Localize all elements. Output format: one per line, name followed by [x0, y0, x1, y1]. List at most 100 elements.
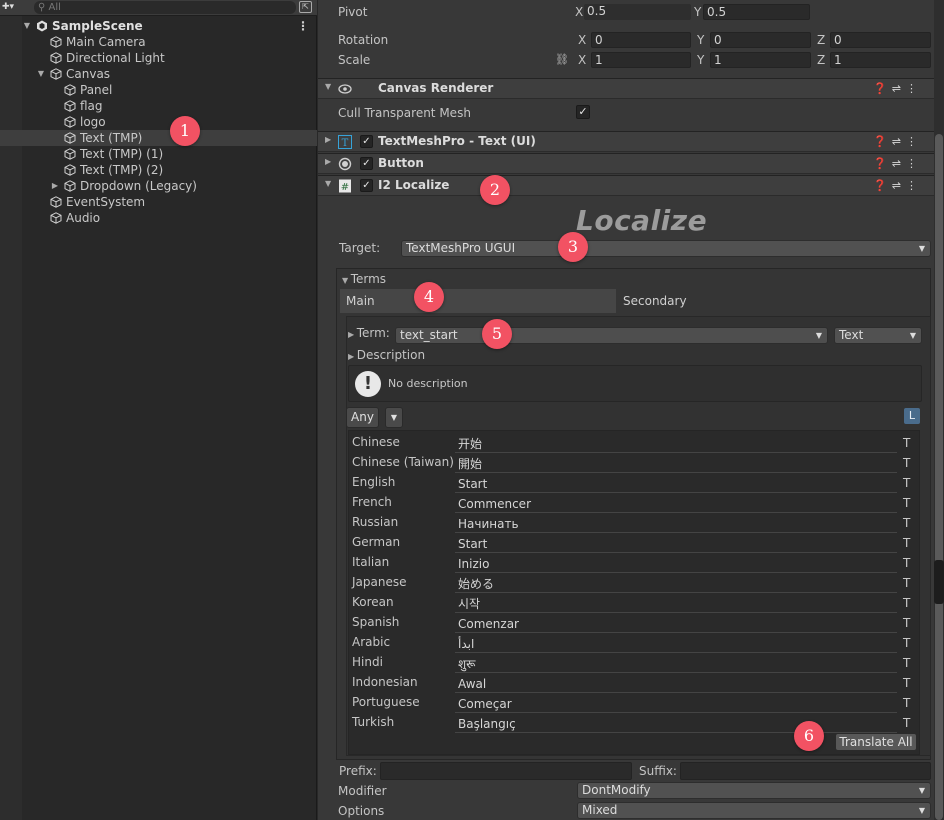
translate-button[interactable]: T	[903, 636, 910, 650]
term-foldout[interactable]: ▶ Term:	[348, 326, 390, 340]
help-icon[interactable]: ❓	[873, 135, 892, 148]
preset-icon[interactable]: ⇌	[892, 82, 906, 95]
fold-closed-icon[interactable]: ▶	[325, 135, 331, 144]
link-icon[interactable]: ⛓	[555, 53, 569, 66]
enable-checkbox[interactable]: ✓	[360, 135, 373, 148]
translate-button[interactable]: T	[903, 556, 910, 570]
hierarchy-item[interactable]: Directional Light	[0, 50, 317, 66]
cull-checkbox[interactable]: ✓	[576, 105, 590, 119]
translation-field[interactable]: Başlangıç	[455, 716, 897, 733]
preset-icon[interactable]: ⇌	[892, 179, 906, 192]
description-foldout[interactable]: ▶ Description	[348, 348, 425, 362]
translate-button[interactable]: T	[903, 496, 910, 510]
translation-field[interactable]: Start	[455, 536, 897, 553]
rotation-z-field[interactable]: 0	[830, 32, 931, 48]
add-dropdown-icon[interactable]: ✚▾	[0, 1, 22, 14]
tab-main[interactable]: Main	[340, 289, 616, 313]
rotation-x-field[interactable]: 0	[591, 32, 691, 48]
fold-open-icon[interactable]: ▼	[36, 66, 46, 82]
fold-closed-icon[interactable]: ▶	[50, 178, 60, 194]
scale-z-field[interactable]: 1	[830, 52, 931, 68]
tab-secondary[interactable]: Secondary	[617, 289, 929, 313]
translate-button[interactable]: T	[903, 516, 910, 530]
translate-button[interactable]: T	[903, 616, 910, 630]
terms-foldout[interactable]: ▼ Terms	[342, 272, 386, 286]
translate-button[interactable]: T	[903, 476, 910, 490]
modifier-dropdown[interactable]: DontModify ▼	[577, 782, 931, 799]
translation-field[interactable]: Começar	[455, 696, 897, 713]
help-icon[interactable]: ❓	[873, 82, 892, 95]
prefix-input[interactable]	[380, 762, 632, 780]
translation-field[interactable]: 시작	[455, 596, 897, 613]
enable-checkbox[interactable]: ✓	[360, 179, 373, 192]
hierarchy-item[interactable]: Text (TMP)	[0, 130, 317, 146]
fold-open-icon[interactable]: ▼	[22, 18, 32, 34]
hierarchy-item[interactable]: Text (TMP) (2)	[0, 162, 317, 178]
scene-row[interactable]: ▼ SampleScene ⋮	[0, 18, 317, 34]
hierarchy-search-input[interactable]: ⚲ All	[34, 1, 296, 14]
term-dropdown[interactable]: text_start ▼	[395, 327, 828, 344]
tmp-text-header[interactable]: ▶ T ✓ TextMeshPro - Text (UI) ❓⇌⋮	[318, 131, 934, 152]
more-icon[interactable]: ⋮	[906, 82, 922, 95]
fold-closed-icon[interactable]: ▶	[325, 157, 331, 166]
filter-dropdown-icon[interactable]: ▼	[385, 407, 403, 428]
term-type-dropdown[interactable]: Text ▼	[834, 327, 922, 344]
more-icon[interactable]: ⋮	[906, 157, 922, 170]
translation-field[interactable]: Inizio	[455, 556, 897, 573]
scale-y-field[interactable]: 1	[710, 52, 811, 68]
translation-field[interactable]: 始める	[455, 576, 897, 593]
scene-menu-icon[interactable]: ⋮	[297, 18, 309, 34]
options-dropdown[interactable]: Mixed ▼	[577, 802, 931, 819]
scrollbar-grip[interactable]	[934, 560, 944, 604]
translation-field[interactable]: Commencer	[455, 496, 897, 513]
hierarchy-item[interactable]: Panel	[0, 82, 317, 98]
hierarchy-item[interactable]: Text (TMP) (1)	[0, 146, 317, 162]
preset-icon[interactable]: ⇌	[892, 157, 906, 170]
rotation-y-field[interactable]: 0	[710, 32, 811, 48]
hierarchy-item[interactable]: Main Camera	[0, 34, 317, 50]
filter-any-button[interactable]: Any	[346, 407, 379, 428]
hierarchy-item[interactable]: flag	[0, 98, 317, 114]
hierarchy-item[interactable]: Audio	[0, 210, 317, 226]
translate-button[interactable]: T	[903, 656, 910, 670]
translate-button[interactable]: T	[903, 596, 910, 610]
preset-icon[interactable]: ⇌	[892, 135, 906, 148]
pivot-y-field[interactable]: 0.5	[703, 4, 810, 20]
translate-button[interactable]: T	[903, 716, 910, 730]
i2-localize-header[interactable]: ▼ # ✓ I2 Localize ❓⇌⋮	[318, 175, 934, 196]
button-component-header[interactable]: ▶ ✓ Button ❓⇌⋮	[318, 153, 934, 174]
translation-field[interactable]: 開始	[455, 456, 897, 473]
hierarchy-item[interactable]: ▼ Canvas	[0, 66, 317, 82]
translation-field[interactable]: शुरू	[455, 656, 897, 673]
language-l-button[interactable]: L	[904, 408, 920, 424]
more-icon[interactable]: ⋮	[906, 135, 922, 148]
translate-button[interactable]: T	[903, 676, 910, 690]
translate-button[interactable]: T	[903, 456, 910, 470]
help-icon[interactable]: ❓	[873, 157, 892, 170]
suffix-input[interactable]	[680, 762, 931, 780]
canvas-renderer-header[interactable]: ▼ Canvas Renderer ❓⇌⋮	[318, 78, 934, 99]
scrollbar-thumb[interactable]	[935, 134, 943, 820]
translation-field[interactable]: Comenzar	[455, 616, 897, 633]
pivot-x-field[interactable]: 0.5	[584, 4, 691, 20]
scale-x-field[interactable]: 1	[591, 52, 691, 68]
hierarchy-item[interactable]: EventSystem	[0, 194, 317, 210]
inspector-scrollbar[interactable]	[934, 0, 944, 820]
translation-field[interactable]: Начинать	[455, 516, 897, 533]
more-icon[interactable]: ⋮	[906, 179, 922, 192]
hierarchy-item[interactable]: ▶ Dropdown (Legacy)	[0, 178, 317, 194]
translate-all-button[interactable]: Translate All	[835, 733, 917, 751]
translate-button[interactable]: T	[903, 576, 910, 590]
translate-button[interactable]: T	[903, 696, 910, 710]
fold-open-icon[interactable]: ▼	[325, 179, 331, 188]
hierarchy-item[interactable]: logo	[0, 114, 317, 130]
hierarchy-lock-icon[interactable]: ⇱	[299, 1, 312, 13]
enable-checkbox[interactable]: ✓	[360, 157, 373, 170]
translation-field[interactable]: ابدأ	[455, 636, 897, 653]
help-icon[interactable]: ❓	[873, 179, 892, 192]
target-dropdown[interactable]: TextMeshPro UGUI ▼	[401, 240, 931, 257]
translation-field[interactable]: 开始	[455, 436, 897, 453]
fold-open-icon[interactable]: ▼	[325, 82, 331, 91]
translation-field[interactable]: Awal	[455, 676, 897, 693]
translate-button[interactable]: T	[903, 436, 910, 450]
